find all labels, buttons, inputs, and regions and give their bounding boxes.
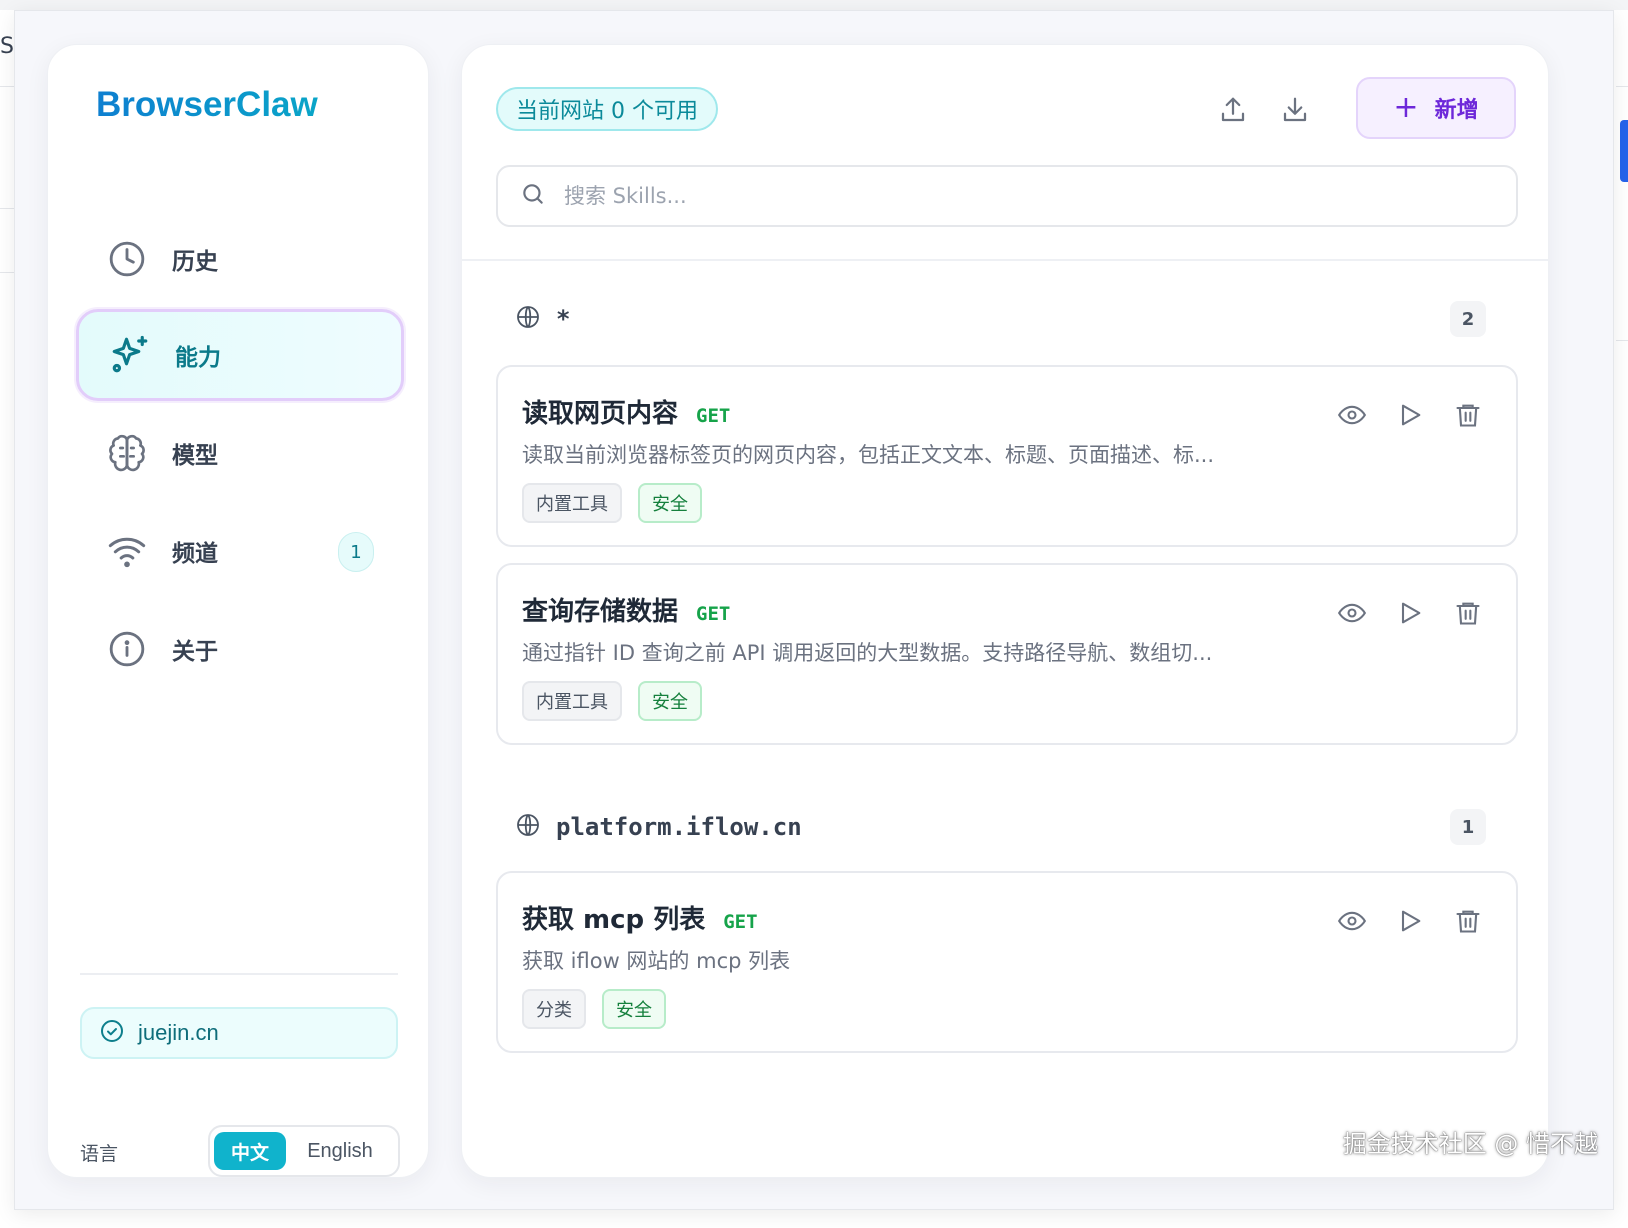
sidebar-item-label: 能力 — [175, 345, 221, 371]
background-strip — [0, 0, 1628, 10]
background-divider — [1616, 340, 1628, 341]
channel-count-badge: 1 — [338, 532, 374, 572]
skill-method: GET — [723, 911, 758, 933]
site-group-name: * — [556, 305, 571, 333]
brain-icon — [106, 432, 148, 474]
sidebar-item-history[interactable]: 历史 — [76, 213, 404, 305]
skill-tag: 分类 — [522, 989, 586, 1029]
skill-description: 获取 iflow 网站的 mcp 列表 — [522, 949, 791, 973]
safe-tag: 安全 — [638, 681, 702, 721]
skill-card[interactable]: 查询存储数据 GET 通过指针 ID 查询之前 API 调用返回的大型数据。支持… — [496, 563, 1518, 745]
skill-card[interactable]: 获取 mcp 列表 GET 获取 iflow 网站的 mcp 列表 分类 安全 — [496, 871, 1518, 1053]
play-icon[interactable] — [1392, 397, 1428, 433]
skill-description: 通过指针 ID 查询之前 API 调用返回的大型数据。支持路径导航、数组切... — [522, 641, 1213, 665]
sidebar-item-label: 模型 — [172, 443, 218, 469]
sidebar-item-label: 频道 — [172, 541, 218, 567]
language-toggle: 中文 English — [208, 1125, 400, 1177]
available-skills-badge: 当前网站 0 个可用 — [496, 87, 718, 131]
sidebar-item-label: 历史 — [172, 249, 218, 275]
add-skill-button[interactable]: + 新增 — [1356, 77, 1516, 139]
safe-tag: 安全 — [638, 483, 702, 523]
skill-method: GET — [696, 405, 731, 427]
language-label: 语言 — [80, 1143, 119, 1165]
site-group-count: 2 — [1450, 301, 1486, 337]
sparkles-icon — [109, 334, 151, 376]
plus-icon: + — [1393, 90, 1419, 125]
sidebar-item-channels[interactable]: 频道 1 — [76, 505, 404, 597]
background-divider — [0, 86, 14, 87]
site-group-name: platform.iflow.cn — [556, 813, 802, 841]
sidebar-item-capabilities[interactable]: 能力 — [76, 309, 404, 401]
sidebar-item-label: 关于 — [172, 639, 218, 665]
background-scroll-indicator — [1620, 120, 1628, 182]
globe-icon — [516, 813, 540, 841]
skills-panel: 当前网站 0 个可用 + 新增 * 2 读取网页内容 GET 读取当前浏览器标签… — [461, 44, 1549, 1178]
eye-icon[interactable] — [1334, 595, 1370, 631]
play-icon[interactable] — [1392, 595, 1428, 631]
background-divider — [0, 272, 14, 273]
wifi-icon — [106, 530, 148, 572]
safe-tag: 安全 — [602, 989, 666, 1029]
eye-icon[interactable] — [1334, 397, 1370, 433]
skill-tag: 内置工具 — [522, 483, 622, 523]
site-group-header: * 2 — [516, 299, 1486, 339]
info-icon — [106, 628, 148, 670]
search-bar — [496, 165, 1518, 227]
background-text: S — [0, 34, 14, 59]
skill-title: 获取 mcp 列表 — [522, 905, 706, 935]
background-divider — [1616, 86, 1628, 87]
check-circle-icon — [100, 1019, 124, 1047]
header-divider — [462, 259, 1548, 261]
background-divider — [0, 208, 14, 209]
clock-icon — [106, 238, 148, 280]
language-option-chinese[interactable]: 中文 — [214, 1132, 286, 1170]
skill-method: GET — [696, 603, 731, 625]
skill-title: 查询存储数据 — [522, 597, 679, 627]
sidebar-divider — [80, 973, 398, 975]
add-skill-label: 新增 — [1434, 98, 1479, 123]
skill-tag: 内置工具 — [522, 681, 622, 721]
sidebar-item-about[interactable]: 关于 — [76, 603, 404, 695]
brand-logo: BrowserClaw — [96, 85, 318, 124]
current-site-indicator: juejin.cn — [80, 1007, 398, 1059]
search-icon — [520, 181, 546, 211]
trash-icon[interactable] — [1450, 397, 1486, 433]
export-icon[interactable] — [1212, 89, 1254, 131]
current-site-label: juejin.cn — [138, 1020, 219, 1045]
eye-icon[interactable] — [1334, 903, 1370, 939]
sidebar-item-models[interactable]: 模型 — [76, 407, 404, 499]
site-group-header: platform.iflow.cn 1 — [516, 807, 1486, 847]
site-group-count: 1 — [1450, 809, 1486, 845]
sidebar: BrowserClaw 历史 能力 模型 频道 1 关于 juejin.cn 语… — [47, 44, 429, 1178]
globe-icon — [516, 305, 540, 333]
trash-icon[interactable] — [1450, 595, 1486, 631]
skill-card[interactable]: 读取网页内容 GET 读取当前浏览器标签页的网页内容，包括正文文本、标题、页面描… — [496, 365, 1518, 547]
skill-title: 读取网页内容 — [522, 399, 679, 429]
watermark: 掘金技术社区 @ 惜不越 — [1342, 1130, 1598, 1158]
skill-description: 读取当前浏览器标签页的网页内容，包括正文文本、标题、页面描述、标... — [522, 443, 1215, 467]
trash-icon[interactable] — [1450, 903, 1486, 939]
language-option-english[interactable]: English — [286, 1132, 394, 1170]
play-icon[interactable] — [1392, 903, 1428, 939]
import-icon[interactable] — [1274, 89, 1316, 131]
search-input[interactable] — [564, 184, 1464, 208]
